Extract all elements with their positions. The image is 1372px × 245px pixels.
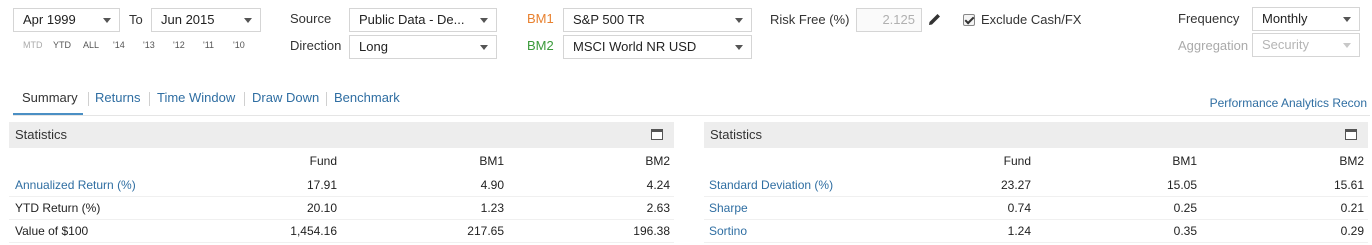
performance-analytics-recon-link[interactable]: Performance Analytics Recon: [1210, 96, 1367, 110]
exclude-cash-checkbox[interactable]: [963, 14, 975, 26]
start-date-select[interactable]: Apr 1999: [13, 8, 120, 32]
header-bm2: BM2: [645, 154, 670, 168]
to-label: To: [129, 12, 143, 27]
frequency-value: Monthly: [1262, 11, 1308, 26]
exclude-cash-label: Exclude Cash/FX: [981, 12, 1082, 27]
row-label-ytd-return: YTD Return (%): [15, 201, 101, 215]
tab-time-window[interactable]: Time Window: [157, 89, 235, 115]
cell-value: 0.29: [1340, 224, 1364, 238]
cell-value: 196.38: [633, 224, 670, 238]
tab-bar-divider: [13, 115, 1370, 116]
end-date-value: Jun 2015: [161, 12, 215, 27]
risk-free-label: Risk Free (%): [770, 12, 850, 27]
source-label: Source: [290, 11, 332, 26]
maximize-icon[interactable]: [1345, 129, 1357, 140]
cell-value: 4.24: [646, 178, 670, 192]
header-fund: Fund: [309, 154, 337, 168]
quick-period-12[interactable]: '12: [173, 40, 185, 50]
row-divider: [9, 219, 674, 220]
cell-value: 0.74: [1007, 201, 1031, 215]
aggregation-value: Security: [1262, 37, 1309, 52]
tab-divider: [149, 92, 150, 106]
cell-value: 15.61: [1333, 178, 1364, 192]
panel-title: Statistics: [15, 127, 68, 142]
quick-period-mtd[interactable]: MTD: [23, 40, 43, 50]
chevron-down-icon: [244, 18, 252, 23]
tab-divider: [326, 92, 327, 106]
direction-select[interactable]: Long: [349, 35, 497, 59]
tab-benchmark[interactable]: Benchmark: [334, 89, 400, 115]
chevron-down-icon: [480, 18, 488, 23]
cell-value: 0.21: [1340, 201, 1364, 215]
row-divider: [9, 196, 674, 197]
cell-value: 20.10: [306, 201, 337, 215]
cell-value: 15.05: [1166, 178, 1197, 192]
panel-title: Statistics: [710, 127, 763, 142]
header-bm1: BM1: [1172, 154, 1197, 168]
cell-value: 0.25: [1173, 201, 1197, 215]
header-bm1: BM1: [479, 154, 504, 168]
chevron-down-icon: [1343, 17, 1351, 22]
row-label-sortino[interactable]: Sortino: [709, 224, 747, 238]
chevron-down-icon: [735, 45, 743, 50]
cell-value: 0.35: [1173, 224, 1197, 238]
cell-value: 4.90: [480, 178, 504, 192]
start-date-value: Apr 1999: [23, 12, 76, 27]
row-divider: [704, 196, 1368, 197]
maximize-icon[interactable]: [651, 129, 663, 140]
header-fund: Fund: [1003, 154, 1031, 168]
quick-period-11[interactable]: '11: [203, 40, 214, 50]
bm2-label: BM2: [527, 38, 554, 53]
aggregation-select[interactable]: Security: [1252, 33, 1360, 57]
direction-value: Long: [359, 39, 388, 54]
risk-free-input[interactable]: 2.125: [856, 8, 922, 32]
cell-value: 1.23: [480, 201, 504, 215]
row-label-value-of-100: Value of $100: [15, 224, 89, 238]
chevron-down-icon: [480, 45, 488, 50]
direction-label: Direction: [290, 38, 342, 53]
cell-value: 217.65: [467, 224, 504, 238]
bm1-select[interactable]: S&P 500 TR: [563, 8, 752, 32]
source-select[interactable]: Public Data - De...: [349, 8, 497, 32]
chevron-down-icon: [735, 18, 743, 23]
quick-period-ytd[interactable]: YTD: [53, 40, 71, 50]
quick-period-14[interactable]: '14: [113, 40, 125, 50]
cell-value: 17.91: [306, 178, 337, 192]
bm1-label: BM1: [527, 11, 554, 26]
row-divider: [704, 242, 1368, 243]
tab-returns[interactable]: Returns: [95, 89, 141, 115]
chevron-down-icon: [1343, 43, 1351, 48]
quick-period-13[interactable]: '13: [143, 40, 155, 50]
tab-divider: [244, 92, 245, 106]
tab-draw-down[interactable]: Draw Down: [252, 89, 319, 115]
chevron-down-icon: [103, 18, 111, 23]
frequency-label: Frequency: [1178, 11, 1240, 26]
panel-header: Statistics: [704, 122, 1368, 148]
quick-period-all[interactable]: ALL: [83, 40, 99, 50]
row-divider: [704, 219, 1368, 220]
cell-value: 1.24: [1007, 224, 1031, 238]
panel-header: Statistics: [9, 122, 674, 148]
pencil-icon[interactable]: [927, 12, 942, 27]
row-label-sharpe[interactable]: Sharpe: [709, 201, 748, 215]
bm2-value: MSCI World NR USD: [573, 39, 697, 54]
cell-value: 2.63: [646, 201, 670, 215]
row-divider: [9, 242, 674, 243]
frequency-select[interactable]: Monthly: [1252, 7, 1360, 31]
end-date-select[interactable]: Jun 2015: [151, 8, 261, 32]
bm1-value: S&P 500 TR: [573, 12, 645, 27]
header-bm2: BM2: [1339, 154, 1364, 168]
bm2-select[interactable]: MSCI World NR USD: [563, 35, 752, 59]
quick-period-10[interactable]: '10: [233, 40, 245, 50]
tab-divider: [88, 92, 89, 106]
cell-value: 23.27: [1000, 178, 1031, 192]
row-label-standard-deviation[interactable]: Standard Deviation (%): [709, 178, 833, 192]
aggregation-label: Aggregation: [1178, 38, 1249, 53]
row-label-annualized-return[interactable]: Annualized Return (%): [15, 178, 136, 192]
cell-value: 1,454.16: [290, 224, 337, 238]
source-value: Public Data - De...: [359, 12, 465, 27]
tab-summary[interactable]: Summary: [22, 89, 78, 115]
